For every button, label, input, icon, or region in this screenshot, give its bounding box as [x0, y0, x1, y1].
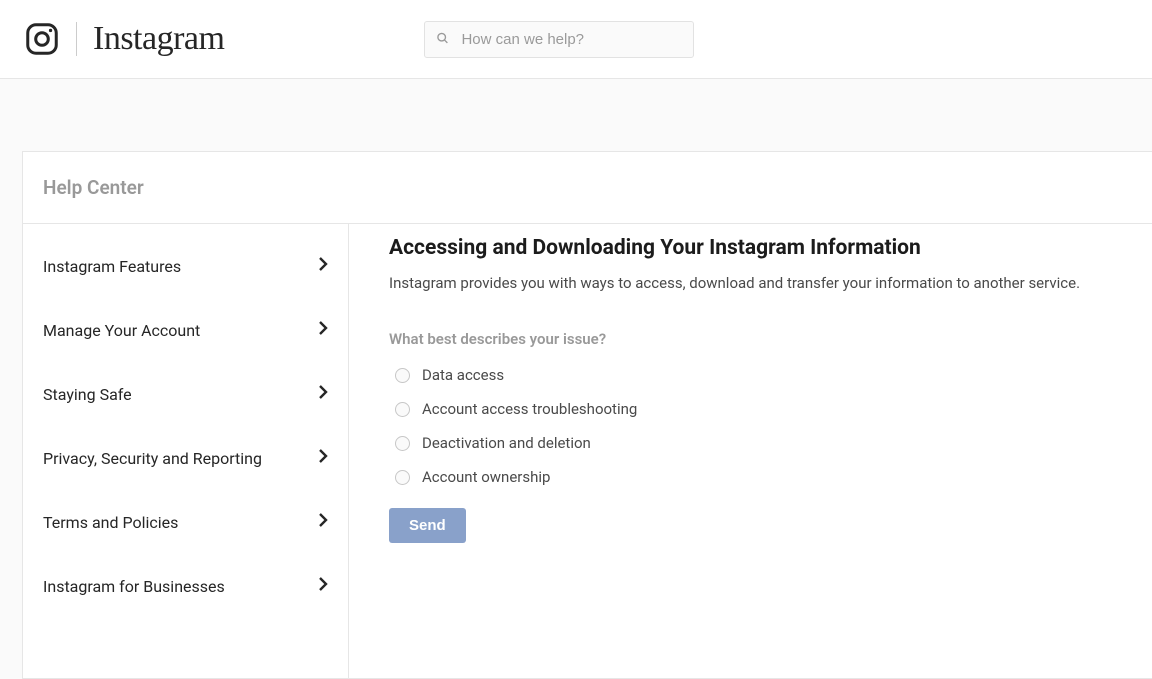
- logo-group: Instagram: [24, 20, 224, 58]
- radio-label: Deactivation and deletion: [422, 434, 591, 452]
- sidebar-item-privacy-security[interactable]: Privacy, Security and Reporting: [23, 426, 348, 490]
- chevron-right-icon: [318, 384, 328, 404]
- radio-icon[interactable]: [395, 402, 410, 417]
- form-question: What best describes your issue?: [389, 330, 1112, 348]
- sidebar-item-label: Manage Your Account: [43, 321, 200, 340]
- help-title-row: Help Center: [23, 152, 1152, 224]
- sidebar: Instagram Features Manage Your Account S…: [23, 224, 349, 678]
- sidebar-item-instagram-features[interactable]: Instagram Features: [23, 234, 348, 298]
- help-panel: Help Center Instagram Features Manage Yo…: [22, 151, 1152, 679]
- radio-row-ownership[interactable]: Account ownership: [389, 464, 1112, 490]
- sidebar-item-manage-account[interactable]: Manage Your Account: [23, 298, 348, 362]
- sidebar-item-staying-safe[interactable]: Staying Safe: [23, 362, 348, 426]
- radio-label: Data access: [422, 366, 504, 384]
- sidebar-item-businesses[interactable]: Instagram for Businesses: [23, 554, 348, 618]
- chevron-right-icon: [318, 320, 328, 340]
- brand-wordmark[interactable]: Instagram: [93, 20, 224, 58]
- logo-divider: [76, 22, 77, 56]
- radio-row-data-access[interactable]: Data access: [389, 362, 1112, 388]
- sidebar-item-label: Instagram Features: [43, 257, 181, 276]
- main-area: Accessing and Downloading Your Instagram…: [349, 224, 1152, 678]
- radio-row-account-access[interactable]: Account access troubleshooting: [389, 396, 1112, 422]
- chevron-right-icon: [318, 512, 328, 532]
- radio-row-deactivation[interactable]: Deactivation and deletion: [389, 430, 1112, 456]
- page-body: Help Center Instagram Features Manage Yo…: [0, 79, 1152, 679]
- top-header: Instagram: [0, 0, 1152, 79]
- sidebar-item-label: Terms and Policies: [43, 513, 178, 532]
- radio-icon[interactable]: [395, 368, 410, 383]
- radio-label: Account access troubleshooting: [422, 400, 637, 418]
- page-heading: Accessing and Downloading Your Instagram…: [389, 236, 1112, 260]
- sidebar-item-label: Staying Safe: [43, 385, 132, 404]
- search-wrap: [424, 21, 694, 58]
- content-row: Instagram Features Manage Your Account S…: [23, 224, 1152, 678]
- send-button[interactable]: Send: [389, 508, 466, 543]
- sidebar-item-terms-policies[interactable]: Terms and Policies: [23, 490, 348, 554]
- radio-label: Account ownership: [422, 468, 550, 486]
- help-center-title: Help Center: [43, 176, 1132, 199]
- page-description: Instagram provides you with ways to acce…: [389, 274, 1112, 292]
- radio-icon[interactable]: [395, 470, 410, 485]
- sidebar-item-label: Privacy, Security and Reporting: [43, 449, 262, 468]
- chevron-right-icon: [318, 256, 328, 276]
- chevron-right-icon: [318, 448, 328, 468]
- radio-icon[interactable]: [395, 436, 410, 451]
- instagram-logo-icon[interactable]: [24, 21, 60, 57]
- search-input[interactable]: [424, 21, 694, 58]
- sidebar-item-label: Instagram for Businesses: [43, 577, 225, 596]
- chevron-right-icon: [318, 576, 328, 596]
